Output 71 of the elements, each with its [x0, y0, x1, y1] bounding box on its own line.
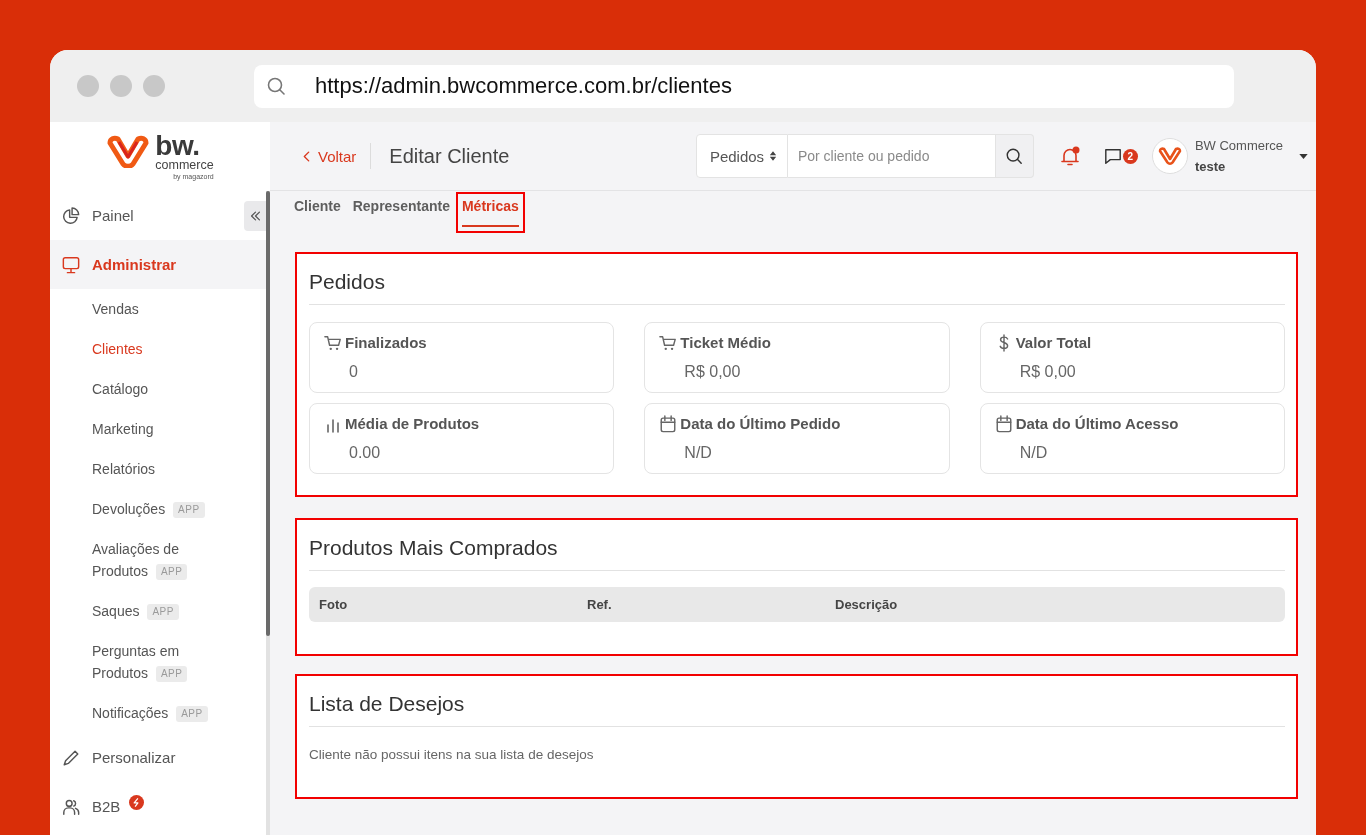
double-chevron-icon	[249, 210, 261, 221]
metric-label: Data do Último Acesso	[1015, 414, 1179, 434]
back-link[interactable]: Voltar	[303, 147, 357, 165]
sidebar-subitem[interactable]: Perguntas em Produtos APP	[50, 631, 225, 693]
cart-icon	[324, 334, 342, 352]
metric-value: R$ 0,00	[1019, 362, 1076, 382]
metric-value: N/D	[1019, 443, 1048, 463]
caret-down-icon[interactable]	[1299, 153, 1308, 159]
search-icon	[266, 76, 286, 96]
sidebar-subitem[interactable]: Devoluções APP	[50, 489, 225, 529]
logo-avatar-icon[interactable]	[1151, 138, 1188, 174]
sidebar-subitem[interactable]: Vendas	[50, 289, 225, 329]
metric-value: 0.00	[349, 443, 381, 463]
metric-value: 0	[349, 362, 358, 382]
search-scope-select[interactable]: Pedidos	[695, 134, 788, 178]
column-header: Ref.	[587, 597, 612, 612]
metric-label: Valor Total	[1015, 333, 1092, 353]
chat-icon[interactable]	[1103, 147, 1122, 165]
metric-label: Média de Produtos	[345, 414, 480, 434]
app-badge: APP	[155, 564, 188, 580]
scrollbar-thumb[interactable]	[266, 191, 270, 636]
search-button[interactable]	[995, 134, 1034, 178]
logo-tagline: commerce	[155, 157, 214, 172]
section-title: Produtos Mais Comprados	[309, 535, 558, 561]
cart-icon	[659, 334, 678, 352]
calendar-icon	[659, 415, 678, 433]
address-bar[interactable]: https://admin.bwcommerce.com.br/clientes	[254, 64, 1234, 108]
app-badge: APP	[176, 706, 208, 722]
message-count-badge: 2	[1122, 148, 1138, 164]
sidebar-subitem[interactable]: Avaliações de Produtos APP	[50, 529, 225, 591]
metric-label: Ticket Médio	[680, 333, 771, 353]
section-title: Lista de Desejos	[309, 691, 465, 717]
sidebar-item[interactable]: B2B	[50, 782, 266, 831]
tab[interactable]: Cliente	[288, 192, 347, 233]
logo-wordmark: bw.	[155, 132, 201, 158]
sidebar-item[interactable]: Personalizar	[50, 733, 266, 782]
column-header: Descrição	[835, 597, 898, 612]
app-badge: APP	[155, 666, 188, 682]
section-title: Pedidos	[309, 269, 385, 295]
collapse-sidebar-button[interactable]	[244, 200, 266, 231]
tab[interactable]: Métricas	[455, 192, 525, 233]
sidebar-subitem[interactable]: Marketing	[50, 409, 225, 449]
sidebar-item[interactable]: Administrar	[50, 240, 266, 289]
calendar-icon	[994, 415, 1013, 433]
page-title: Editar Cliente	[389, 144, 510, 168]
sidebar-subitem[interactable]: Relatórios	[50, 449, 225, 489]
sidebar-subitem[interactable]: Catálogo	[50, 369, 225, 409]
sidebar-subitem[interactable]: Saques APP	[50, 591, 225, 631]
pencil-icon	[62, 748, 80, 767]
column-header: Foto	[319, 597, 348, 612]
metric-label: Finalizados	[345, 333, 427, 353]
users-icon	[62, 797, 80, 816]
metric-value: N/D	[684, 443, 712, 463]
search-icon	[1005, 147, 1024, 165]
sidebar-subitem[interactable]: Notificações APP	[50, 693, 225, 733]
monitor-icon	[62, 255, 80, 274]
chevron-left-icon	[303, 150, 310, 162]
app-badge: APP	[147, 604, 179, 620]
tab[interactable]: Representante	[346, 192, 456, 233]
sidebar-subitem[interactable]: Clientes	[50, 329, 225, 369]
pie-chart-icon	[62, 206, 80, 225]
app-badge: APP	[173, 502, 205, 518]
store-name: teste	[1194, 159, 1226, 174]
search-field[interactable]: Por cliente ou pedido	[787, 134, 996, 178]
sidebar-item[interactable]: Painel	[50, 191, 244, 240]
metric-label: Data do Último Pedido	[680, 414, 841, 434]
updown-caret-icon	[768, 150, 777, 162]
bell-icon[interactable]	[1058, 145, 1081, 167]
user-name: BW Commerce	[1194, 138, 1283, 153]
empty-message: Cliente não possui itens na sua lista de desejos	[309, 746, 594, 764]
metric-value: R$ 0,00	[684, 362, 741, 382]
